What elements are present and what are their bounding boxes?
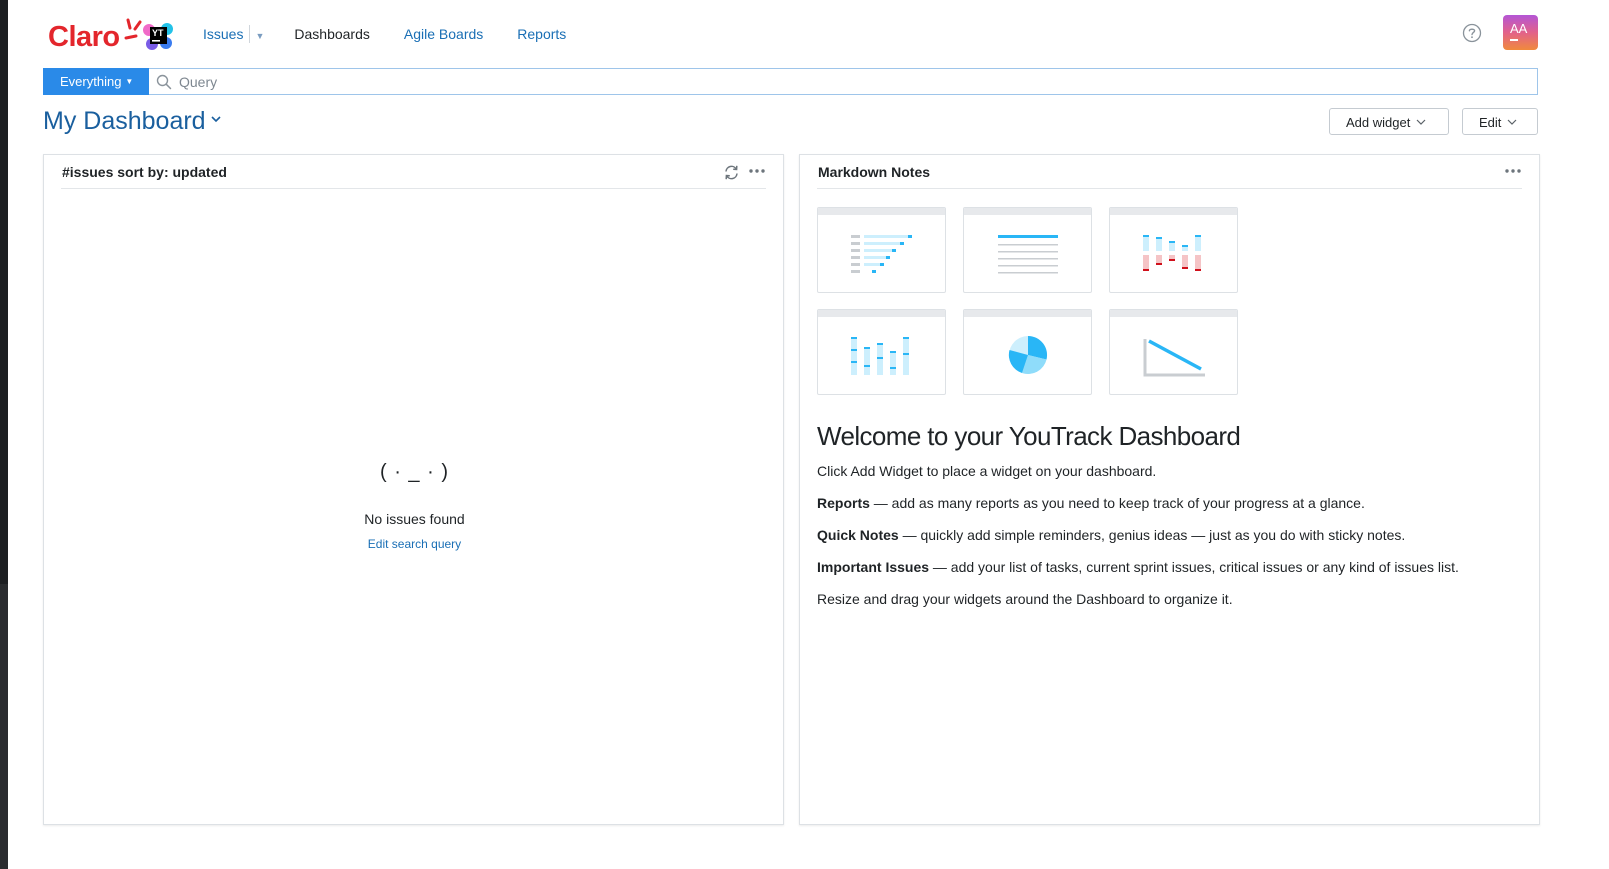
edit-label: Edit [1479, 115, 1502, 130]
text-note-thumbnail-icon [998, 235, 1058, 274]
thumbnail-column-chart [817, 309, 946, 395]
search-context-label: Everything [60, 74, 122, 89]
issues-widget[interactable]: #issues sort by: updated ( · _ · ) No is… [43, 154, 784, 825]
welcome-item-important-issues: Important Issues — add your list of task… [817, 559, 1459, 575]
thumbnail-bar-report [1109, 207, 1238, 293]
item-bold: Important Issues [817, 559, 930, 575]
nav-reports[interactable]: Reports [517, 26, 566, 42]
thumbnail-text-note [963, 207, 1092, 293]
top-header: Claro YT Issues ▼ Dashboards Agile Board… [8, 0, 1609, 66]
column-chart-thumbnail-icon [851, 337, 909, 375]
logo[interactable]: Claro YT [48, 18, 183, 54]
search-input[interactable] [179, 72, 1519, 92]
edit-search-query-link[interactable]: Edit search query [44, 537, 785, 551]
thumbnail-issues-list [817, 207, 946, 293]
nav-issues[interactable]: Issues [203, 26, 243, 42]
search-box [149, 68, 1538, 95]
pie-chart-thumbnail-icon [1008, 335, 1048, 374]
thumbnail-line-chart [1109, 309, 1238, 395]
widget-title: Markdown Notes [818, 164, 931, 180]
item-bold: Reports [817, 495, 870, 511]
thumbnail-pie-chart [963, 309, 1092, 395]
divider [817, 188, 1522, 189]
welcome-intro: Click Add Widget to place a widget on yo… [817, 463, 1157, 479]
item-text: — quickly add simple reminders, genius i… [898, 527, 1406, 543]
caret-down-icon: ▼ [125, 77, 134, 86]
main-nav: Issues ▼ Dashboards Agile Boards Reports [203, 24, 600, 44]
line-chart-thumbnail-icon [1143, 339, 1205, 377]
widget-title: #issues sort by: updated [62, 164, 227, 180]
logo-text: Claro [48, 21, 120, 53]
nav-separator [249, 25, 251, 43]
item-text: — add as many reports as you need to kee… [869, 495, 1365, 511]
more-options-icon[interactable] [1504, 166, 1522, 176]
nav-issues-group: Issues ▼ [203, 25, 264, 43]
chevron-down-icon [211, 116, 221, 123]
empty-state-text: No issues found [364, 511, 465, 527]
refresh-icon[interactable] [723, 164, 740, 181]
youtrack-badge-icon: YT [143, 22, 173, 50]
welcome-title: Welcome to your YouTrack Dashboard [817, 421, 1241, 451]
welcome-item-reports: Reports — add as many reports as you nee… [817, 495, 1365, 511]
avatar-initials: AA [1510, 21, 1528, 36]
avatar[interactable]: AA [1503, 15, 1538, 50]
item-bold: Quick Notes [817, 527, 899, 543]
nav-dashboards[interactable]: Dashboards [294, 26, 370, 42]
youtrack-badge-text: YT [152, 28, 164, 38]
search-icon [156, 74, 172, 90]
divider [61, 188, 766, 189]
welcome-item-quick-notes: Quick Notes — quickly add simple reminde… [817, 527, 1405, 543]
empty-state-face: ( · _ · ) [380, 461, 449, 483]
nav-agile-boards[interactable]: Agile Boards [404, 26, 483, 42]
search-context-button[interactable]: Everything ▼ [43, 68, 149, 95]
chevron-down-icon [1507, 119, 1517, 125]
window-edge [0, 0, 8, 869]
more-options-icon[interactable] [748, 166, 766, 176]
search-bar: Everything ▼ [43, 68, 1538, 95]
page-title: My Dashboard [43, 107, 206, 135]
issues-dropdown-caret-icon[interactable]: ▼ [255, 31, 264, 41]
welcome-outro: Resize and drag your widgets around the … [817, 591, 1233, 607]
markdown-notes-widget[interactable]: Markdown Notes Welcome to your YouTrack … [799, 154, 1540, 825]
bar-report-thumbnail-icon [1143, 235, 1201, 271]
add-widget-label: Add widget [1346, 115, 1411, 130]
add-widget-button[interactable]: Add widget [1329, 108, 1449, 135]
item-text: — add your list of tasks, current sprint… [929, 559, 1459, 575]
dashboard-title-selector[interactable]: My Dashboard [43, 107, 222, 136]
help-icon[interactable] [1462, 23, 1482, 43]
edit-button[interactable]: Edit [1462, 108, 1538, 135]
chevron-down-icon [1416, 119, 1426, 125]
issues-list-thumbnail-icon [851, 235, 912, 273]
